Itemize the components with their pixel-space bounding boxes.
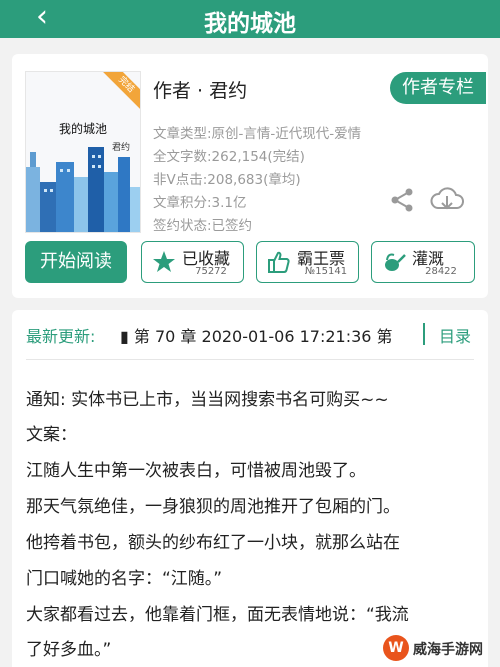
divider [26, 359, 474, 360]
chapter-content-card: 最新更新: ▮ 第 70 章 2020-01-06 17:21:36 第 目录 … [12, 310, 488, 667]
meta-clicks: 非V点击:208,683(章均) [153, 172, 301, 188]
share-icon[interactable] [390, 187, 414, 213]
book-info-card: 完结 我的城池 君约 作者 · 君约 作者专栏 文章类型:原创-言情-近代现代-… [12, 54, 488, 298]
star-icon [153, 251, 175, 272]
author-line[interactable]: 作者 · 君约 [153, 76, 247, 103]
divider [423, 323, 425, 345]
text-line: 他挎着书包，额头的纱布红了一小块，就那么站在 [26, 533, 400, 553]
text-line: 大家都看过去，他靠着门框，面无表情地说：“我流 [26, 605, 409, 625]
thumbs-up-icon [268, 251, 290, 273]
text-line: 江随人生中第一次被表白，可惜被周池毁了。 [26, 461, 366, 481]
meta-score: 文章积分:3.1亿 [153, 195, 247, 211]
start-reading-button[interactable]: 开始阅读 [25, 241, 127, 283]
meta-genre: 文章类型:原创-言情-近代现代-爱情 [153, 126, 362, 142]
text-line: 那天气氛绝佳，一身狼狈的周池推开了包厢的门。 [26, 497, 400, 517]
top-bar: ‹ 我的城池 [0, 0, 500, 38]
city-skyline-illustration [26, 147, 140, 232]
irrigate-count: 28422 [425, 266, 457, 277]
watermark-logo: W [383, 635, 409, 661]
text-line: 通知: 实体书已上市，当当网搜索书名可购买~~ [26, 390, 389, 410]
irrigate-button[interactable]: 灌溉 28422 [371, 241, 475, 283]
text-line: 文案： [26, 425, 77, 445]
watering-can-icon [385, 253, 406, 271]
bawang-count: №15141 [304, 266, 348, 277]
latest-chapter-link[interactable]: ▮ 第 70 章 2020-01-06 17:21:36 第 [120, 323, 393, 347]
watermark-text: 威海手游网 [413, 642, 483, 658]
page-title: 我的城池 [204, 11, 296, 37]
meta-word-count: 全文字数:262,154(完结) [153, 149, 305, 165]
cover-badge: 完结 [101, 72, 140, 110]
cloud-download-icon[interactable] [430, 186, 464, 214]
text-line: 门口喊她的名字：“江随。” [26, 569, 223, 589]
book-cover[interactable]: 完结 我的城池 君约 [25, 71, 141, 233]
bawang-ticket-button[interactable]: 霸王票 №15141 [256, 241, 359, 283]
meta-sign-status: 签约状态:已签约 [153, 218, 253, 234]
latest-update-label: 最新更新: [26, 327, 96, 346]
collect-button[interactable]: 已收藏 75272 [141, 241, 244, 283]
collect-count: 75272 [195, 266, 227, 277]
catalog-link[interactable]: 目录 [439, 323, 471, 347]
text-line: 了好多血。” [26, 640, 112, 660]
cover-title: 我的城池 [58, 122, 107, 136]
site-watermark: W 威海手游网 [383, 633, 495, 663]
author-column-button[interactable]: 作者专栏 [390, 72, 486, 104]
